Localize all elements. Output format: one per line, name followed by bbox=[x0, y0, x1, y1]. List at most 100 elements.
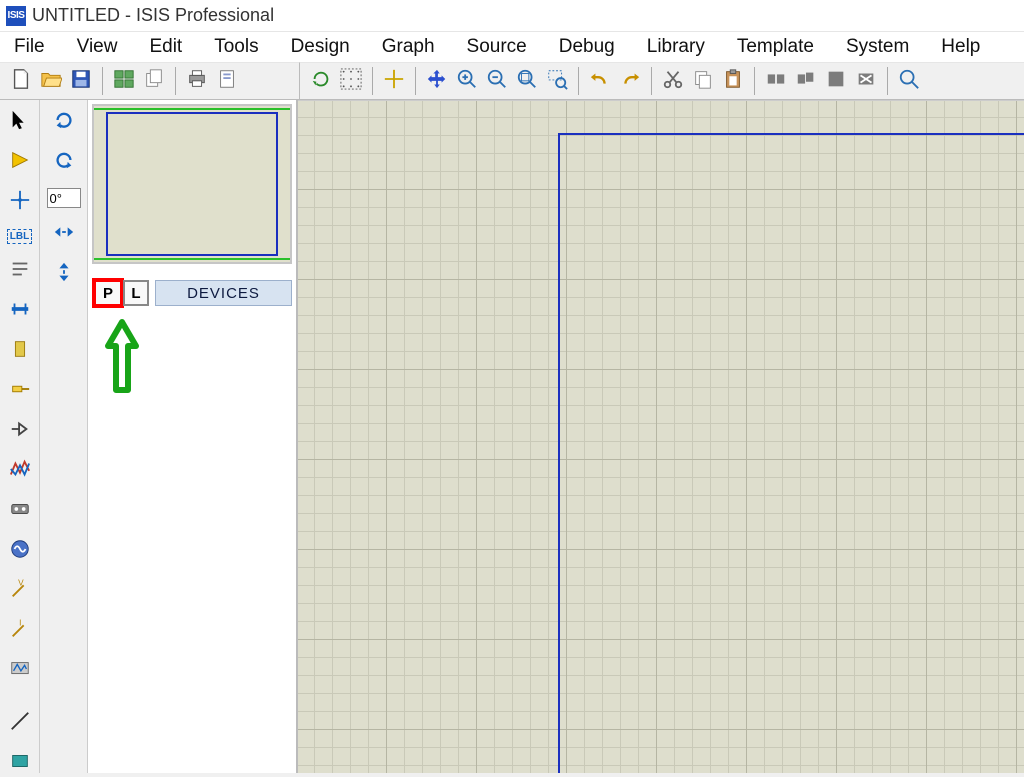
new-file-icon bbox=[10, 68, 32, 95]
pan-button[interactable] bbox=[422, 66, 452, 96]
toolbar-sep bbox=[887, 67, 888, 95]
current-probe-button[interactable]: I bbox=[6, 617, 34, 645]
menu-design[interactable]: Design bbox=[287, 34, 354, 60]
copy-button[interactable] bbox=[688, 66, 718, 96]
pick-devices-button[interactable]: P bbox=[92, 278, 124, 308]
print-button[interactable] bbox=[182, 66, 212, 96]
label-icon: LBL bbox=[7, 229, 32, 244]
rotate-cw-button[interactable] bbox=[50, 108, 78, 136]
export-section-button[interactable] bbox=[139, 66, 169, 96]
zoom-area-button[interactable] bbox=[542, 66, 572, 96]
subcircuit-mode-button[interactable] bbox=[6, 337, 34, 365]
overview-panel[interactable] bbox=[92, 104, 292, 264]
pin-icon bbox=[9, 418, 31, 445]
menu-debug[interactable]: Debug bbox=[555, 34, 619, 60]
tape-mode-button[interactable] bbox=[6, 497, 34, 525]
library-button[interactable]: L bbox=[123, 280, 149, 306]
vprobe-icon: V bbox=[9, 578, 31, 605]
menu-file[interactable]: File bbox=[10, 34, 49, 60]
print-area-button[interactable] bbox=[212, 66, 242, 96]
iprobe-icon: I bbox=[9, 618, 31, 645]
zoom-all-button[interactable] bbox=[512, 66, 542, 96]
refresh-button[interactable] bbox=[306, 66, 336, 96]
zoom-area-icon bbox=[546, 68, 568, 95]
zoom-in-button[interactable] bbox=[452, 66, 482, 96]
block-del-icon bbox=[855, 68, 877, 95]
menu-graph[interactable]: Graph bbox=[378, 34, 439, 60]
block-copy-button[interactable] bbox=[761, 66, 791, 96]
paste-icon bbox=[722, 68, 744, 95]
terminal-icon bbox=[9, 378, 31, 405]
line-2d-button[interactable] bbox=[6, 709, 34, 737]
menu-edit[interactable]: Edit bbox=[145, 34, 186, 60]
menu-help[interactable]: Help bbox=[937, 34, 984, 60]
origin-button[interactable] bbox=[379, 66, 409, 96]
devices-tab[interactable]: DEVICES bbox=[155, 280, 292, 306]
text-mode-button[interactable] bbox=[6, 257, 34, 285]
editing-canvas[interactable] bbox=[298, 100, 1024, 773]
cut-icon bbox=[662, 68, 684, 95]
cut-button[interactable] bbox=[658, 66, 688, 96]
rotate-ccw-button[interactable] bbox=[50, 148, 78, 176]
block-move-icon bbox=[795, 68, 817, 95]
copy-icon bbox=[692, 68, 714, 95]
sheet-border bbox=[558, 133, 1024, 773]
bus-mode-button[interactable] bbox=[6, 297, 34, 325]
label-mode-button[interactable]: LBL bbox=[6, 228, 34, 245]
toolbar-sep bbox=[415, 67, 416, 95]
grid-icon bbox=[340, 68, 362, 95]
undo-icon bbox=[589, 68, 611, 95]
grid-toggle-button[interactable] bbox=[336, 66, 366, 96]
redo-button[interactable] bbox=[615, 66, 645, 96]
folder-open-icon bbox=[40, 68, 62, 95]
toolbar-sep bbox=[578, 67, 579, 95]
printer-icon bbox=[186, 68, 208, 95]
box-icon bbox=[9, 750, 31, 777]
junction-mode-button[interactable] bbox=[6, 188, 34, 216]
sections-icon bbox=[113, 68, 135, 95]
zoom-out-button[interactable] bbox=[482, 66, 512, 96]
new-file-button[interactable] bbox=[6, 66, 36, 96]
paste-button[interactable] bbox=[718, 66, 748, 96]
save-button[interactable] bbox=[66, 66, 96, 96]
refresh-icon bbox=[310, 68, 332, 95]
toolbar-sep bbox=[372, 67, 373, 95]
window-title: UNTITLED - ISIS Professional bbox=[32, 5, 274, 26]
instrument-icon bbox=[9, 658, 31, 685]
menu-template[interactable]: Template bbox=[733, 34, 818, 60]
graph-mode-button[interactable] bbox=[6, 457, 34, 485]
virtual-instrument-button[interactable] bbox=[6, 657, 34, 685]
menu-source[interactable]: Source bbox=[463, 34, 531, 60]
selection-mode-button[interactable] bbox=[6, 108, 34, 136]
menu-system[interactable]: System bbox=[842, 34, 913, 60]
rotation-angle-input[interactable] bbox=[47, 188, 81, 208]
arrow-icon bbox=[9, 109, 31, 136]
app-icon: ISIS bbox=[6, 6, 26, 26]
block-delete-button[interactable] bbox=[851, 66, 881, 96]
zoom-extents-button[interactable] bbox=[894, 66, 924, 96]
text-icon bbox=[9, 258, 31, 285]
block-stack-icon bbox=[825, 68, 847, 95]
device-list[interactable] bbox=[88, 403, 296, 773]
mirror-vertical-button[interactable] bbox=[50, 260, 78, 288]
device-header: P L DEVICES bbox=[88, 278, 296, 308]
rotate-cw-icon bbox=[53, 109, 75, 136]
block-move-button[interactable] bbox=[791, 66, 821, 96]
terminal-mode-button[interactable] bbox=[6, 377, 34, 405]
undo-button[interactable] bbox=[585, 66, 615, 96]
mirror-horizontal-button[interactable] bbox=[50, 220, 78, 248]
svg-text:I: I bbox=[19, 618, 21, 627]
device-pin-mode-button[interactable] bbox=[6, 417, 34, 445]
page-icon bbox=[216, 68, 238, 95]
menubar: File View Edit Tools Design Graph Source… bbox=[0, 32, 1024, 62]
open-file-button[interactable] bbox=[36, 66, 66, 96]
component-mode-button[interactable] bbox=[6, 148, 34, 176]
generator-mode-button[interactable] bbox=[6, 537, 34, 565]
menu-view[interactable]: View bbox=[73, 34, 122, 60]
toolbar-row bbox=[0, 62, 1024, 100]
menu-library[interactable]: Library bbox=[643, 34, 709, 60]
menu-tools[interactable]: Tools bbox=[210, 34, 262, 60]
voltage-probe-button[interactable]: V bbox=[6, 577, 34, 605]
block-rotate-button[interactable] bbox=[821, 66, 851, 96]
import-section-button[interactable] bbox=[109, 66, 139, 96]
